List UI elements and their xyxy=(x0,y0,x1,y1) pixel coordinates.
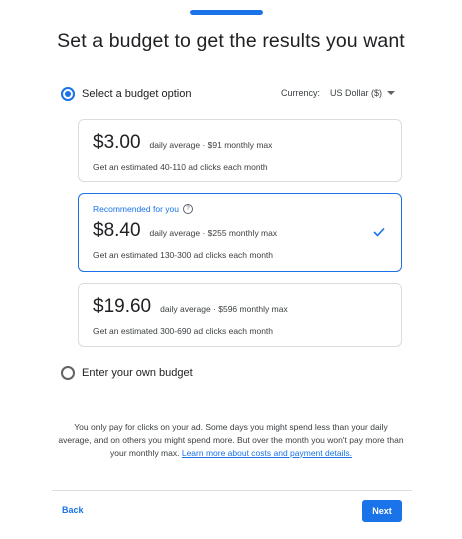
budget-clicks-estimate: Get an estimated 40-110 ad clicks each m… xyxy=(93,162,268,172)
budget-option-label[interactable]: Select a budget option xyxy=(82,88,191,100)
budget-card-option-1[interactable]: $3.00 daily average · $91 monthly max Ge… xyxy=(78,119,402,182)
next-button[interactable]: Next xyxy=(362,500,402,522)
budget-card-option-2[interactable]: Recommended for you ? $8.40 daily averag… xyxy=(78,193,402,272)
footer-divider xyxy=(52,490,412,491)
progress-bar xyxy=(190,10,263,15)
checkmark-icon xyxy=(373,227,385,237)
own-budget-label[interactable]: Enter your own budget xyxy=(82,367,193,379)
help-icon[interactable]: ? xyxy=(183,204,193,214)
currency-dropdown[interactable]: US Dollar ($) xyxy=(330,85,396,101)
currency-value: US Dollar ($) xyxy=(330,88,383,98)
currency-label: Currency: xyxy=(281,88,321,98)
budget-meta: daily average · $91 monthly max xyxy=(149,140,273,150)
own-budget-radio[interactable] xyxy=(61,366,75,380)
budget-clicks-estimate: Get an estimated 300-690 ad clicks each … xyxy=(93,326,274,336)
recommended-label: Recommended for you ? xyxy=(93,204,193,214)
progress-bar-fill xyxy=(190,10,263,15)
budget-card-option-3[interactable]: $19.60 daily average · $596 monthly max … xyxy=(78,283,402,347)
budget-amount: $8.40 xyxy=(93,220,141,241)
budget-clicks-estimate: Get an estimated 130-300 ad clicks each … xyxy=(93,250,274,260)
budget-amount: $19.60 xyxy=(93,296,152,317)
recommended-text: Recommended for you xyxy=(93,204,179,214)
page-title: Set a budget to get the results you want xyxy=(57,30,405,52)
caret-down-icon xyxy=(387,91,396,95)
budget-meta: daily average · $255 monthly max xyxy=(149,228,278,238)
budget-meta: daily average · $596 monthly max xyxy=(160,304,288,314)
back-button[interactable]: Back xyxy=(62,505,84,515)
budget-amount: $3.00 xyxy=(93,132,141,153)
billing-footnote: You only pay for clicks on your ad. Some… xyxy=(58,421,404,459)
learn-more-link[interactable]: Learn more about costs and payment detai… xyxy=(182,448,352,458)
budget-option-radio[interactable] xyxy=(61,87,75,101)
